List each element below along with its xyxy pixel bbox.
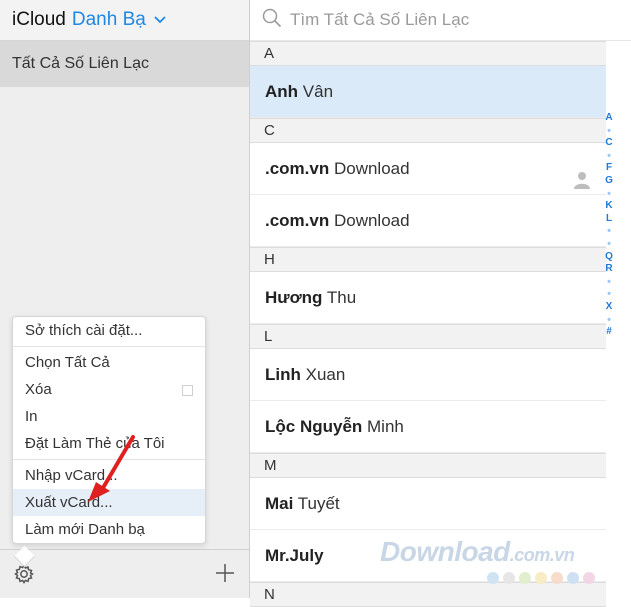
index-dot[interactable]: • bbox=[601, 150, 617, 163]
index-letter[interactable]: R bbox=[601, 263, 617, 276]
index-dot[interactable]: • bbox=[601, 225, 617, 238]
search-input[interactable]: Tìm Tất Cả Số Liên Lạc bbox=[290, 10, 469, 30]
section-switcher[interactable]: Danh Bạ bbox=[72, 9, 146, 31]
section-header: M bbox=[250, 453, 606, 478]
menu-item-export-vcard[interactable]: Xuất vCard... bbox=[13, 489, 205, 516]
settings-menu: Sở thích cài đặt... Chọn Tất Cả Xóa In Đ… bbox=[12, 316, 206, 544]
contact-row[interactable]: .com.vn Download bbox=[250, 195, 606, 247]
contact-name-bold: Mr.July bbox=[265, 546, 324, 565]
menu-item-delete[interactable]: Xóa bbox=[13, 376, 205, 403]
index-letter[interactable]: F bbox=[601, 162, 617, 175]
contact-name-rest: Download bbox=[329, 211, 410, 230]
contact-row[interactable]: .com.vn Download bbox=[250, 143, 606, 195]
menu-divider bbox=[13, 459, 205, 460]
contact-name-bold: .com.vn bbox=[265, 211, 330, 230]
contact-row[interactable]: Mai Tuyết bbox=[250, 478, 606, 530]
contact-name-rest: Download bbox=[329, 159, 410, 178]
add-contact-button[interactable] bbox=[214, 562, 236, 584]
contact-name-bold: Anh bbox=[265, 82, 299, 101]
app-header: iCloud Danh Bạ bbox=[0, 0, 249, 41]
contact-name-bold: .com.vn bbox=[265, 159, 330, 178]
contact-list: A Anh Vân C .com.vn Download .com.vn Downloa… bbox=[250, 41, 606, 607]
index-letter[interactable]: K bbox=[601, 200, 617, 213]
section-header: H bbox=[250, 247, 606, 272]
index-letter[interactable]: X bbox=[601, 301, 617, 314]
menu-item-refresh-contacts[interactable]: Làm mới Danh bạ bbox=[13, 516, 205, 543]
index-letter[interactable]: G bbox=[601, 175, 617, 188]
search-bar[interactable]: Tìm Tất Cả Số Liên Lạc bbox=[250, 0, 631, 41]
group-all-contacts[interactable]: Tất Cả Số Liên Lạc bbox=[0, 41, 249, 87]
contact-name-bold: Lộc Nguyễn bbox=[265, 417, 363, 436]
watermark-logo: Download.com.vn bbox=[380, 536, 575, 567]
contacts-pane: Tìm Tất Cả Số Liên Lạc A Anh Vân C .com.vn … bbox=[250, 0, 631, 607]
contact-name-bold: Hương bbox=[265, 288, 323, 307]
index-dot[interactable]: • bbox=[601, 276, 617, 289]
index-letter[interactable]: C bbox=[601, 137, 617, 150]
contact-name-rest: Minh bbox=[362, 417, 404, 436]
section-header: C bbox=[250, 118, 606, 143]
contact-name-bold: Linh bbox=[265, 365, 301, 384]
delete-key-icon bbox=[182, 385, 193, 396]
menu-item-import-vcard[interactable]: Nhập vCard... bbox=[13, 462, 205, 489]
chevron-down-icon[interactable] bbox=[154, 8, 166, 30]
contact-row[interactable]: Linh Xuan bbox=[250, 349, 606, 401]
menu-item-label: Xóa bbox=[25, 381, 52, 398]
index-letter[interactable]: L bbox=[601, 213, 617, 226]
menu-divider bbox=[13, 346, 205, 347]
section-header: A bbox=[250, 41, 606, 66]
index-letter[interactable]: Q bbox=[601, 251, 617, 264]
contact-row[interactable]: Hương Thu bbox=[250, 272, 606, 324]
index-dot[interactable]: • bbox=[601, 238, 617, 251]
section-header: L bbox=[250, 324, 606, 349]
app-name: iCloud bbox=[12, 9, 66, 30]
contact-name-rest: Tuyết bbox=[293, 494, 340, 513]
menu-item-preferences[interactable]: Sở thích cài đặt... bbox=[13, 317, 205, 344]
section-header: N bbox=[250, 582, 606, 607]
menu-item-print[interactable]: In bbox=[13, 403, 205, 430]
person-icon bbox=[572, 159, 592, 189]
index-dot[interactable]: • bbox=[601, 188, 617, 201]
sidebar-toolbar bbox=[0, 549, 249, 598]
watermark-dots bbox=[487, 572, 595, 584]
alphabet-index[interactable]: A • C • F G • K L • • Q R • • X • # bbox=[601, 112, 617, 339]
search-icon bbox=[262, 8, 290, 33]
contact-name-rest: Thu bbox=[322, 288, 357, 307]
contact-row[interactable]: Anh Vân bbox=[250, 66, 606, 118]
contact-name-bold: Mai bbox=[265, 494, 294, 513]
index-dot[interactable]: • bbox=[601, 314, 617, 327]
contact-name-rest: Xuan bbox=[300, 365, 346, 384]
menu-item-make-my-card[interactable]: Đặt Làm Thẻ của Tôi bbox=[13, 430, 205, 457]
index-letter[interactable]: # bbox=[601, 326, 617, 339]
menu-item-select-all[interactable]: Chọn Tất Cả bbox=[13, 349, 205, 376]
contact-row[interactable]: Lộc Nguyễn Minh bbox=[250, 401, 606, 453]
index-dot[interactable]: • bbox=[601, 288, 617, 301]
contact-name-rest: Vân bbox=[298, 82, 334, 101]
index-dot[interactable]: • bbox=[601, 125, 617, 138]
index-letter[interactable]: A bbox=[601, 112, 617, 125]
